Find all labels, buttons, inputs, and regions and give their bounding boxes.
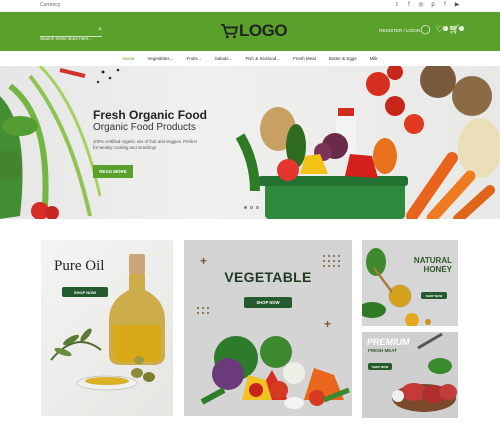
hero-title: Fresh Organic Food xyxy=(93,108,208,122)
honey-image xyxy=(362,248,431,326)
social-links: t f ◎ p f ▶ xyxy=(394,1,460,10)
nav-item-label: Fruits xyxy=(186,56,198,61)
nav-item-label: Vegetables xyxy=(147,56,170,61)
nav-item-label: Fresh Meat xyxy=(293,56,316,61)
banner-pure-oil[interactable]: Pure Oil SHOP NOW xyxy=(41,240,173,416)
slider-dots xyxy=(244,206,259,209)
hero-produce-image xyxy=(0,66,500,219)
cart-logo-icon xyxy=(221,23,238,39)
cart-icon[interactable]: 🛒︎ 0 xyxy=(449,24,464,35)
oil-bottle-image xyxy=(50,254,165,391)
nav-item-butter-eggs[interactable]: Butter & Eggs xyxy=(329,56,357,61)
cart-count: 0 xyxy=(459,26,464,31)
nav-item-label: Butter & Eggs xyxy=(328,56,357,61)
instagram-icon[interactable]: ◎ xyxy=(418,1,424,10)
nav-item-label: Salads xyxy=(214,56,229,61)
main-nav: Home Vegetables⌄ Fruits⌄ Salads⌄ Fish & Seaf… xyxy=(0,51,500,66)
meat-shop-now-button[interactable]: SHOP NOW xyxy=(368,363,392,370)
youtube-icon[interactable]: ▶ xyxy=(454,1,460,10)
top-bar: Currency t f ◎ p f ▶ xyxy=(0,0,500,12)
slider-dot[interactable] xyxy=(250,206,253,209)
nav-item-fruits[interactable]: Fruits⌄ xyxy=(187,56,202,61)
header: ⌕ LOGO REGISTER / LOGIN ◯ ♡0 🛒︎0 xyxy=(0,12,500,51)
slider-dot[interactable] xyxy=(256,206,259,209)
honey-title-line2: HONEY xyxy=(423,265,452,274)
search-input[interactable] xyxy=(40,36,92,41)
banner-vegetable[interactable]: + + VEGETABLE SHOP NOW xyxy=(184,240,352,416)
chevron-down-icon: ⌄ xyxy=(229,57,233,61)
nav-item-milk[interactable]: Milk xyxy=(370,56,378,61)
slider-dot[interactable] xyxy=(244,206,247,209)
pinterest-icon[interactable]: p xyxy=(430,1,436,10)
user-icon[interactable]: ◯ xyxy=(420,24,430,35)
nav-item-label: Fish & Seafood xyxy=(245,56,277,61)
nav-item-salads[interactable]: Salads⌄ xyxy=(215,56,233,61)
logo[interactable]: LOGO xyxy=(220,21,288,41)
nav-item-vegetables[interactable]: Vegetables⌄ xyxy=(147,56,173,61)
nav-item-fish-seafood[interactable]: Fish & Seafood⌄ xyxy=(245,56,280,61)
search-box: ⌕ xyxy=(40,26,102,41)
chevron-down-icon: ⌄ xyxy=(198,57,202,61)
nav-item-label: Milk xyxy=(369,56,378,61)
vegetables-image xyxy=(197,255,350,409)
honey-title-line1: NATURAL xyxy=(413,256,452,265)
read-more-button[interactable]: READ MORE xyxy=(93,165,133,178)
banner-natural-honey[interactable]: NATURAL HONEY SHOP NOW xyxy=(362,240,458,326)
twitter-icon[interactable]: t xyxy=(394,1,400,10)
nav-item-fresh-meat[interactable]: Fresh Meat xyxy=(293,56,316,61)
banner-meat-title: PREMIUM xyxy=(367,337,410,347)
wishlist-count: 0 xyxy=(442,26,448,31)
wishlist-icon[interactable]: ♡ 0 xyxy=(435,24,448,35)
search-icon[interactable]: ⌕ xyxy=(98,26,102,34)
header-icons: ◯ ♡ 0 🛒︎ 0 xyxy=(420,24,464,35)
banner-honey-title: NATURAL HONEY xyxy=(414,256,452,274)
chevron-down-icon: ⌄ xyxy=(277,57,281,61)
hero-description: 100% certified organic mix of fruit and … xyxy=(93,139,197,150)
honey-shop-now-button[interactable]: SHOP NOW xyxy=(421,292,447,299)
register-login-link[interactable]: REGISTER / LOGIN xyxy=(379,28,420,33)
nav-item-home[interactable]: Home xyxy=(122,56,134,61)
hero-subtitle: Organic Food Products xyxy=(93,122,196,133)
facebook-square-icon[interactable]: f xyxy=(442,1,448,10)
facebook-icon[interactable]: f xyxy=(406,1,412,10)
nav-item-label: Home xyxy=(122,56,135,61)
logo-text: LOGO xyxy=(239,21,288,40)
chevron-down-icon: ⌄ xyxy=(170,57,174,61)
banner-premium-meat[interactable]: PREMIUM FRESH MEAT SHOP NOW xyxy=(362,332,458,418)
banner-meat-subtitle: FRESH MEAT xyxy=(368,348,397,353)
currency-selector[interactable]: Currency xyxy=(40,2,60,8)
hero-slider xyxy=(0,66,500,219)
